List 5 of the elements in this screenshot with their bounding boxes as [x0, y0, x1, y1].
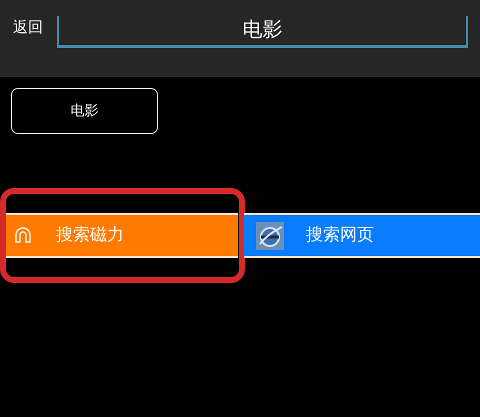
back-button[interactable]: 返回: [13, 16, 43, 38]
search-field[interactable]: 电影: [57, 16, 468, 48]
keyword-button[interactable]: 电影: [11, 88, 158, 134]
globe-icon: [256, 222, 284, 250]
search-action-button[interactable]: 搜索网页: [244, 213, 480, 258]
